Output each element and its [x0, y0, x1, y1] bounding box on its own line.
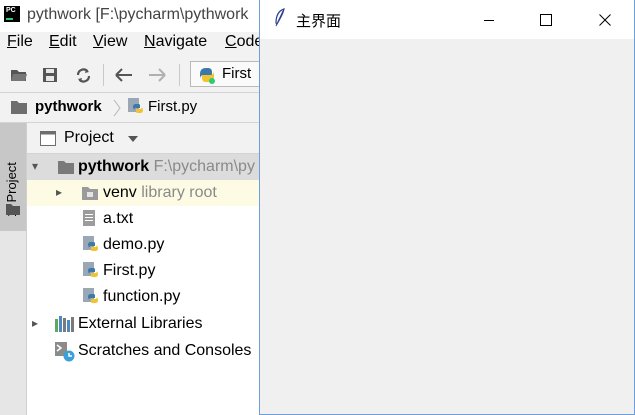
menu-code[interactable]: Code [225, 33, 263, 51]
pycharm-logo-icon: PC [4, 6, 20, 22]
folder-icon [11, 101, 27, 114]
root-name: pythwork [78, 158, 150, 175]
tree-item-external-libraries[interactable]: ▸ External Libraries [27, 311, 260, 337]
expanded-arrow-icon[interactable]: ▾ [32, 159, 38, 173]
tree-item-scratches[interactable]: Scratches and Consoles [27, 338, 260, 364]
breadcrumb-project[interactable]: pythwork [35, 98, 102, 115]
library-folder-icon [82, 187, 98, 200]
minimize-icon [484, 19, 494, 21]
breadcrumb-separator-icon [113, 99, 121, 117]
tk-main-window: 主界面 [259, 0, 635, 415]
project-panel: Project ▾ pythwork F:\pycharm\py ▸ venv … [27, 123, 260, 415]
tree-item-function-py[interactable]: function.py [27, 284, 260, 310]
text-file-icon [83, 210, 95, 226]
project-panel-title: Project [64, 129, 114, 146]
collapsed-arrow-icon[interactable]: ▸ [56, 185, 62, 199]
file-label: a.txt [103, 210, 134, 227]
maximize-button[interactable] [523, 0, 569, 39]
toolbar-separator [179, 64, 180, 86]
tk-window-title: 主界面 [296, 12, 342, 30]
back-arrow-icon[interactable] [114, 65, 134, 85]
menu-view[interactable]: View [93, 33, 127, 51]
chevron-down-icon[interactable] [128, 136, 138, 142]
python-file-icon [128, 98, 143, 113]
run-configuration-label: First [222, 65, 252, 82]
forward-arrow-icon[interactable] [147, 65, 167, 85]
project-folder-icon [6, 204, 20, 215]
save-all-icon[interactable] [40, 65, 60, 85]
venv-label: venv [103, 184, 137, 201]
python-file-icon [83, 262, 98, 277]
tree-item-a-txt[interactable]: a.txt [27, 206, 260, 232]
menu-navigate[interactable]: Navigate [144, 33, 207, 51]
python-file-icon [83, 236, 98, 251]
tk-titlebar[interactable]: 主界面 [260, 0, 634, 39]
file-label: function.py [103, 288, 181, 305]
python-run-config-icon [200, 68, 215, 84]
scratches-label: Scratches and Consoles [78, 342, 252, 359]
file-label: First.py [103, 262, 156, 279]
feather-icon [275, 8, 285, 27]
pycharm-window-title: pythwork [F:\pycharm\pythwork [27, 6, 249, 23]
tree-item-demo-py[interactable]: demo.py [27, 232, 260, 258]
folder-icon [58, 161, 74, 174]
close-icon [599, 13, 611, 26]
tree-item-first-py[interactable]: First.py [27, 258, 260, 284]
external-libraries-label: External Libraries [78, 315, 203, 332]
venv-note: library root [141, 184, 217, 201]
project-panel-header: Project [27, 123, 260, 154]
collapsed-arrow-icon[interactable]: ▸ [32, 316, 38, 330]
breadcrumb-file[interactable]: First.py [148, 98, 197, 115]
menu-edit[interactable]: Edit [49, 33, 77, 51]
project-tool-tab[interactable]: 1: Project [0, 123, 26, 231]
root-path: F:\pycharm\py [153, 158, 255, 175]
minimize-button[interactable] [466, 0, 512, 39]
close-button[interactable] [582, 0, 628, 39]
synchronize-icon[interactable] [73, 65, 93, 85]
tree-root-pythwork[interactable]: ▾ pythwork F:\pycharm\py [27, 154, 260, 180]
file-label: demo.py [103, 236, 165, 253]
menu-file[interactable]: File [7, 33, 33, 51]
maximize-icon [540, 13, 552, 26]
open-folder-icon[interactable] [9, 65, 29, 85]
scratches-icon [55, 342, 75, 362]
project-view-icon [40, 131, 56, 146]
toolbar-separator [103, 64, 104, 86]
tree-item-venv[interactable]: ▸ venv library root [27, 180, 260, 206]
libraries-icon [55, 316, 74, 332]
python-file-icon [83, 288, 98, 303]
